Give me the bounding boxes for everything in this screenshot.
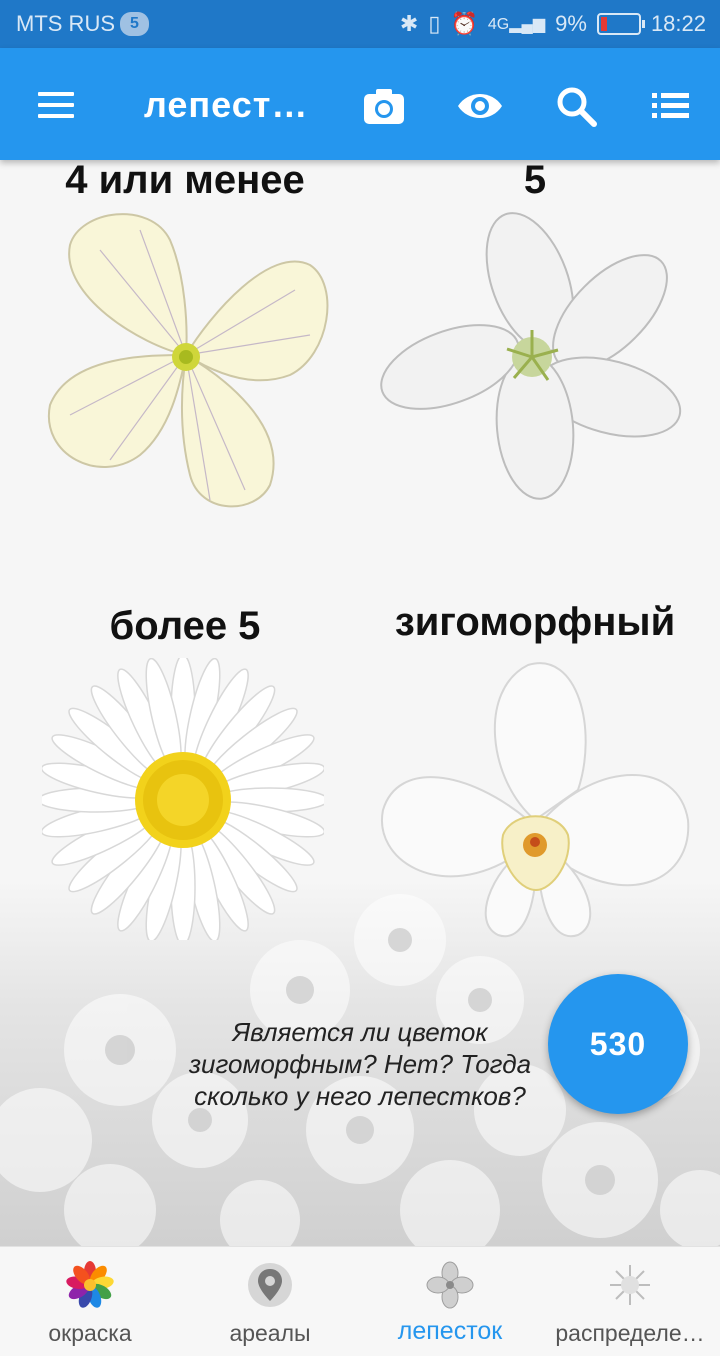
option-label-4-or-less: 4 или менее	[65, 158, 305, 202]
battery-icon	[596, 13, 645, 35]
page-title: лепест…	[144, 84, 309, 125]
bluetooth-icon: ✱	[399, 11, 419, 36]
question-line-1: Является ли цветок	[232, 1017, 488, 1047]
list-icon[interactable]	[648, 82, 696, 130]
bottom-navigation: окраска ареалы лепесток распределе…	[0, 1246, 720, 1356]
notification-badge: 5	[120, 12, 149, 36]
map-pin-flower-icon	[248, 1263, 292, 1307]
carrier-name: MTS RUS	[16, 11, 115, 36]
nav-item-color[interactable]: окраска	[0, 1247, 180, 1356]
battery-percent: 9%	[555, 11, 587, 36]
eye-icon[interactable]	[456, 82, 504, 130]
nav-label-petal: лепесток	[397, 1317, 503, 1345]
option-label-zygomorphic: зигоморфный	[394, 600, 676, 644]
question-text: Является ли цветок зигоморфным? Нет? Тог…	[180, 1016, 540, 1112]
option-label-more-than-5: более 5	[109, 604, 261, 648]
camera-icon[interactable]	[360, 82, 408, 130]
nav-item-petal[interactable]: лепесток	[360, 1247, 540, 1356]
nav-item-areas[interactable]: ареалы	[180, 1247, 360, 1356]
search-icon[interactable]	[552, 82, 600, 130]
nav-item-distribution[interactable]: распределе…	[540, 1247, 720, 1356]
color-wheel-icon	[66, 1261, 114, 1308]
status-bar: MTS RUS 5 ✱ ▯ ⏰ 4G▂▄▆ 9% 18:22	[0, 0, 720, 48]
option-label-5: 5	[523, 158, 547, 202]
vibrate-icon: ▯	[428, 11, 441, 36]
question-line-2: зигоморфным? Нет? Тогда	[188, 1049, 532, 1079]
clock: 18:22	[650, 11, 706, 36]
results-count-button[interactable]: 530	[548, 974, 688, 1114]
daisy-flower-image[interactable]	[42, 658, 324, 940]
petal-icon	[426, 1261, 474, 1309]
nav-label-color: окраска	[48, 1320, 132, 1346]
distribution-icon	[610, 1265, 650, 1305]
status-icons: ✱ ▯ ⏰ 4G▂▄▆ 9% 18:22	[400, 11, 706, 37]
four-petal-flower-image[interactable]	[40, 205, 332, 517]
menu-icon[interactable]	[38, 92, 74, 118]
question-line-3: сколько у него лепестков?	[194, 1081, 526, 1111]
nav-label-areas: ареалы	[229, 1320, 311, 1346]
alarm-icon: ⏰	[450, 11, 478, 36]
signal-icon: 4G▂▄▆	[487, 16, 546, 33]
orchid-flower-image[interactable]	[378, 660, 692, 942]
app-bar: лепест…	[0, 48, 720, 160]
nav-label-distribution: распределе…	[555, 1320, 705, 1346]
five-petal-flower-image[interactable]	[380, 212, 690, 504]
